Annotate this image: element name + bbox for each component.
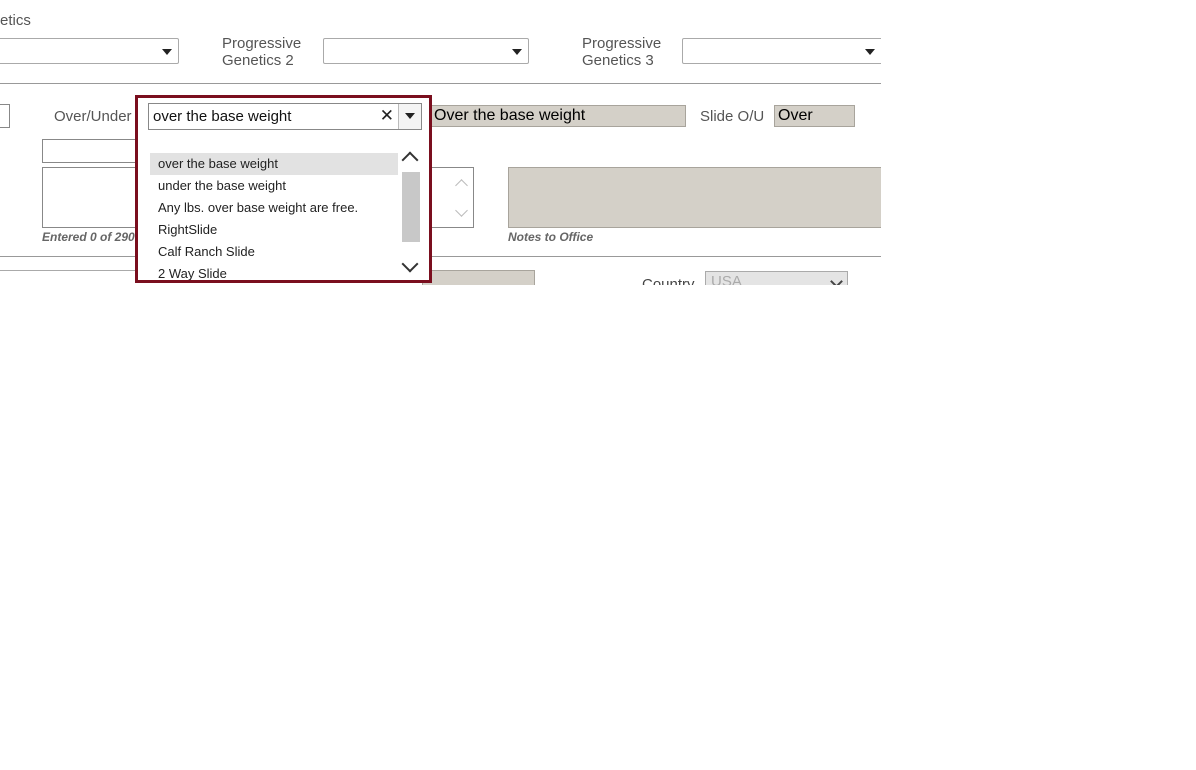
- progressive-genetics-3-label: Progressive Genetics 3: [582, 35, 662, 69]
- over-under-options-list[interactable]: over the base weight under the base weig…: [148, 130, 422, 280]
- form-viewport: etics Progressive Genetics 2 Progressive…: [0, 0, 881, 285]
- divider: [0, 83, 881, 84]
- partial-input-field[interactable]: [0, 104, 10, 128]
- progressive-genetics-3-select[interactable]: [682, 38, 881, 64]
- chevron-down-icon: [162, 49, 172, 55]
- readonly-field: [422, 270, 535, 285]
- dropdown-toggle-button[interactable]: [398, 104, 421, 129]
- divider: [0, 270, 135, 271]
- over-under-combobox[interactable]: over the base weight ✕: [148, 103, 422, 130]
- list-item[interactable]: Any lbs. over base weight are free.: [150, 197, 398, 219]
- country-select[interactable]: USA: [705, 271, 848, 285]
- chevron-down-icon: [405, 113, 415, 119]
- chevron-down-icon: [865, 49, 875, 55]
- slide-ou-label: Slide O/U: [700, 108, 765, 125]
- divider: [0, 256, 881, 257]
- over-under-readonly-field: Over the base weight: [430, 105, 686, 127]
- over-under-combobox-value: over the base weight: [153, 108, 292, 125]
- chevron-up-icon: [455, 179, 468, 192]
- over-under-label: Over/Under: [54, 108, 132, 125]
- list-item[interactable]: [150, 130, 398, 152]
- country-label: Country: [642, 276, 695, 285]
- notes-to-office-label: Notes to Office: [508, 230, 594, 244]
- character-counter: Entered 0 of 290: [42, 230, 135, 244]
- list-item[interactable]: 2 Way Slide: [150, 263, 398, 280]
- chevron-down-icon: [455, 204, 468, 217]
- progressive-genetics-2-label: Progressive Genetics 2: [222, 35, 302, 69]
- genetics-label: etics: [0, 12, 31, 29]
- chevron-down-icon: [512, 49, 522, 55]
- list-item[interactable]: over the base weight: [150, 153, 398, 175]
- scrollbar[interactable]: [400, 146, 420, 280]
- notes-to-office-field: [508, 167, 881, 228]
- scrollbar-thumb[interactable]: [402, 172, 420, 242]
- progressive-genetics-2-select[interactable]: [323, 38, 529, 64]
- list-item[interactable]: under the base weight: [150, 175, 398, 197]
- list-item[interactable]: RightSlide: [150, 219, 398, 241]
- chevron-down-icon[interactable]: [401, 255, 419, 273]
- chevron-down-icon: [830, 275, 843, 285]
- close-icon[interactable]: ✕: [380, 106, 394, 126]
- list-item[interactable]: Calf Ranch Slide: [150, 241, 398, 263]
- slide-ou-field: Over: [774, 105, 855, 127]
- chevron-up-icon[interactable]: [401, 151, 419, 169]
- genetics-select[interactable]: [0, 38, 179, 64]
